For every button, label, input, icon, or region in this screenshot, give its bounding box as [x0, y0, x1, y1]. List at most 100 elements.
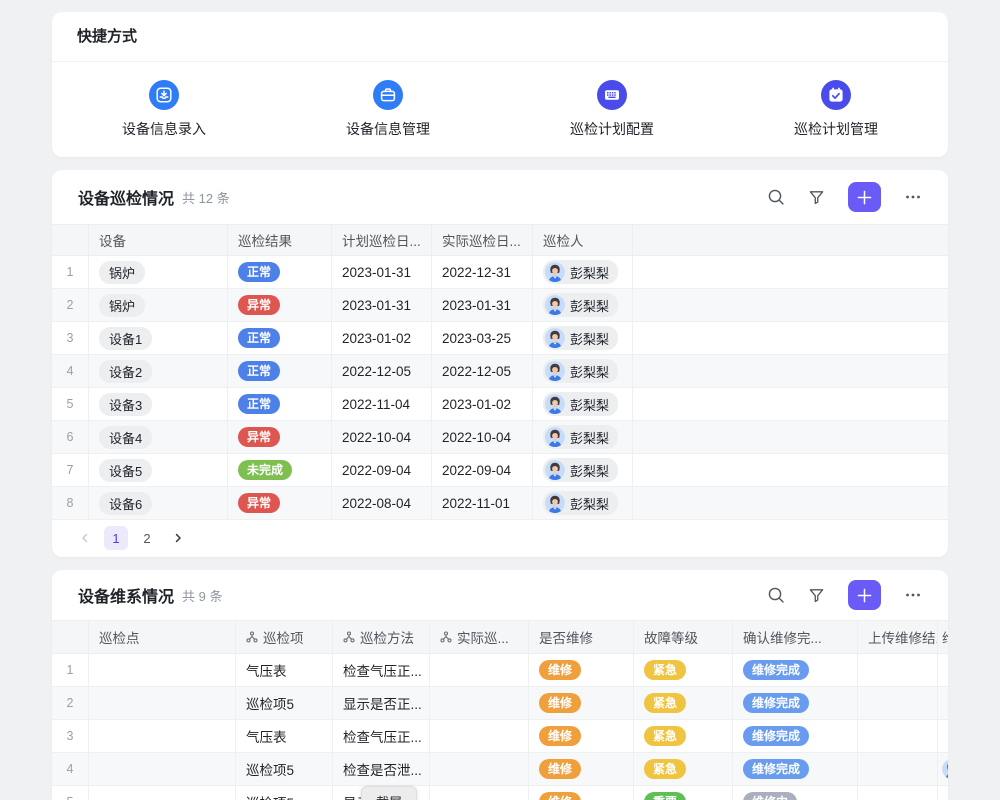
shortcut-device-entry[interactable]: 设备信息录入 [52, 80, 276, 139]
shortcut-plan-manage[interactable]: 巡检计划管理 [724, 80, 948, 139]
device-cell[interactable]: 设备3 [89, 388, 228, 420]
inspector-cell[interactable]: 彭梨梨 [533, 421, 633, 453]
confirm-cell[interactable]: 维修完成 [733, 753, 858, 785]
tail-cell[interactable] [938, 654, 948, 686]
inspection-table-row[interactable]: 1锅炉正常2023-01-312022-12-31彭梨梨 [52, 256, 948, 289]
result-cell[interactable]: 未完成 [228, 454, 332, 486]
column-header-8[interactable]: 维 [938, 621, 948, 653]
inspector-cell[interactable]: 彭梨梨 [533, 289, 633, 321]
result-cell[interactable]: 异常 [228, 421, 332, 453]
repair-cell[interactable]: 维修 [529, 687, 634, 719]
column-header-result[interactable]: 巡检结果 [228, 225, 332, 255]
tail-cell[interactable] [938, 720, 948, 752]
result-cell[interactable]: 异常 [228, 487, 332, 519]
level-cell[interactable]: 紧急 [634, 654, 733, 686]
actual-date-cell[interactable]: 2022-10-04 [432, 421, 533, 453]
level-cell[interactable]: 紧急 [634, 687, 733, 719]
device-cell[interactable]: 设备1 [89, 322, 228, 354]
result-cell[interactable]: 异常 [228, 289, 332, 321]
result-cell[interactable]: 正常 [228, 256, 332, 288]
column-header-device[interactable]: 设备 [89, 225, 228, 255]
result-cell[interactable]: 正常 [228, 322, 332, 354]
method-cell[interactable]: 检查气压正... [333, 654, 430, 686]
column-header-0[interactable]: 巡检点 [89, 621, 236, 653]
device-cell[interactable]: 设备5 [89, 454, 228, 486]
add-record-button[interactable] [848, 580, 881, 610]
column-header-plan-date[interactable]: 计划巡检日... [332, 225, 432, 255]
item-cell[interactable]: 巡检项5 [236, 753, 333, 785]
actual-cell[interactable] [430, 687, 529, 719]
actual-date-cell[interactable]: 2023-01-02 [432, 388, 533, 420]
confirm-cell[interactable]: 维修完成 [733, 687, 858, 719]
tail-cell[interactable] [938, 786, 948, 800]
maintenance-table-row[interactable]: 4巡检项5检查是否泄...维修紧急维修完成 [52, 753, 948, 786]
point-cell[interactable] [89, 753, 236, 785]
inspection-table-row[interactable]: 7设备5未完成2022-09-042022-09-04彭梨梨 [52, 454, 948, 487]
device-cell[interactable]: 锅炉 [89, 289, 228, 321]
column-header-1[interactable]: 巡检项 [236, 621, 333, 653]
confirm-cell[interactable]: 维修完成 [733, 720, 858, 752]
search-icon[interactable] [767, 586, 785, 604]
repair-cell[interactable]: 维修 [529, 786, 634, 800]
inspector-cell[interactable]: 彭梨梨 [533, 487, 633, 519]
result-cell[interactable]: 正常 [228, 355, 332, 387]
inspector-cell[interactable]: 彭梨梨 [533, 322, 633, 354]
result-cell[interactable]: 正常 [228, 388, 332, 420]
level-cell[interactable]: 重要 [634, 786, 733, 800]
inspection-table-row[interactable]: 2锅炉异常2023-01-312023-01-31彭梨梨 [52, 289, 948, 322]
inspection-table-row[interactable]: 4设备2正常2022-12-052022-12-05彭梨梨 [52, 355, 948, 388]
actual-cell[interactable] [430, 720, 529, 752]
column-header-actual-date[interactable]: 实际巡检日... [432, 225, 533, 255]
next-page-icon[interactable] [166, 526, 190, 550]
actual-date-cell[interactable]: 2022-09-04 [432, 454, 533, 486]
column-header-5[interactable]: 故障等级 [634, 621, 733, 653]
column-header-4[interactable]: 是否维修 [529, 621, 634, 653]
inspection-table-row[interactable]: 5设备3正常2022-11-042023-01-02彭梨梨 [52, 388, 948, 421]
maintenance-table-row[interactable]: 2巡检项5显示是否正...维修紧急维修完成 [52, 687, 948, 720]
more-icon[interactable] [904, 586, 922, 604]
item-cell[interactable]: 气压表 [236, 720, 333, 752]
plan-date-cell[interactable]: 2023-01-02 [332, 322, 432, 354]
add-record-button[interactable] [848, 182, 881, 212]
tail-cell[interactable] [938, 687, 948, 719]
tail-cell[interactable] [938, 753, 948, 785]
actual-cell[interactable] [430, 654, 529, 686]
inspector-cell[interactable]: 彭梨梨 [533, 256, 633, 288]
column-header-6[interactable]: 确认维修完... [733, 621, 858, 653]
device-cell[interactable]: 设备2 [89, 355, 228, 387]
plan-date-cell[interactable]: 2023-01-31 [332, 289, 432, 321]
item-cell[interactable]: 巡检项5 [236, 786, 333, 800]
level-cell[interactable]: 紧急 [634, 720, 733, 752]
actual-date-cell[interactable]: 2022-12-31 [432, 256, 533, 288]
plan-date-cell[interactable]: 2022-09-04 [332, 454, 432, 486]
maintenance-table-row[interactable]: 5巡检项5显示是否正...维修重要维修中 [52, 786, 948, 800]
filter-icon[interactable] [808, 587, 825, 604]
more-icon[interactable] [904, 188, 922, 206]
actual-cell[interactable] [430, 753, 529, 785]
method-cell[interactable]: 检查气压正... [333, 720, 430, 752]
actual-date-cell[interactable]: 2022-12-05 [432, 355, 533, 387]
confirm-cell[interactable]: 维修中 [733, 786, 858, 800]
column-header-3[interactable]: 实际巡... [430, 621, 529, 653]
actual-date-cell[interactable]: 2022-11-01 [432, 487, 533, 519]
point-cell[interactable] [89, 654, 236, 686]
plan-date-cell[interactable]: 2022-11-04 [332, 388, 432, 420]
plan-date-cell[interactable]: 2022-12-05 [332, 355, 432, 387]
point-cell[interactable] [89, 720, 236, 752]
confirm-cell[interactable]: 维修完成 [733, 654, 858, 686]
upload-cell[interactable] [858, 720, 938, 752]
page-button-2[interactable]: 2 [135, 526, 159, 550]
upload-cell[interactable] [858, 687, 938, 719]
inspection-table-row[interactable]: 3设备1正常2023-01-022023-03-25彭梨梨 [52, 322, 948, 355]
inspector-cell[interactable]: 彭梨梨 [533, 388, 633, 420]
shortcut-device-manage[interactable]: 设备信息管理 [276, 80, 500, 139]
device-cell[interactable]: 设备4 [89, 421, 228, 453]
inspection-table-row[interactable]: 8设备6异常2022-08-042022-11-01彭梨梨 [52, 487, 948, 520]
method-cell[interactable]: 检查是否泄... [333, 753, 430, 785]
shortcut-plan-config[interactable]: 巡检计划配置 [500, 80, 724, 139]
maintenance-table-row[interactable]: 1气压表检查气压正...维修紧急维修完成 [52, 654, 948, 687]
item-cell[interactable]: 巡检项5 [236, 687, 333, 719]
point-cell[interactable] [89, 786, 236, 800]
maintenance-table-row[interactable]: 3气压表检查气压正...维修紧急维修完成 [52, 720, 948, 753]
inspector-cell[interactable]: 彭梨梨 [533, 454, 633, 486]
